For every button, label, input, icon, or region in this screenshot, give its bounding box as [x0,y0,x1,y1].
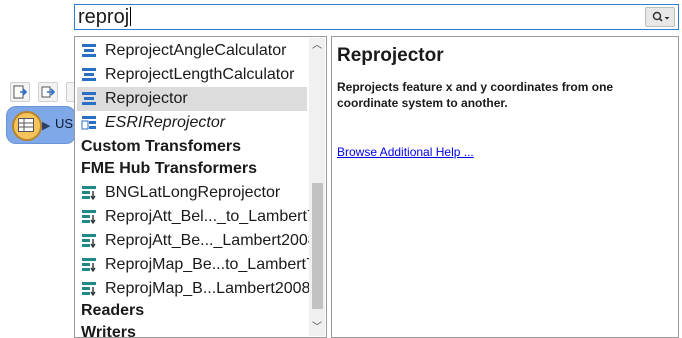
browse-help-link[interactable]: Browse Additional Help ... [337,145,474,159]
canvas-toolbar [10,82,76,104]
node-label: US [55,116,74,131]
transformer-icon [82,44,96,57]
transformer-icon [82,92,96,105]
list-item[interactable]: BNGLatLongReprojector [77,181,307,205]
search-bar[interactable]: reproj [74,4,679,30]
list-item[interactable]: ReprojMap_B...Lambert2008 [77,277,310,301]
list-item[interactable]: ReprojMap_Be...to_Lambert72 [77,253,324,277]
help-panel: Reprojector Reprojects feature x and y c… [331,36,679,338]
hub-transformer-icon [82,258,96,273]
scroll-thumb[interactable] [312,183,323,309]
list-item[interactable]: ReprojAtt_Be..._Lambert2008 [77,229,317,253]
help-title: Reprojector [337,45,444,66]
hub-transformer-icon [82,186,96,201]
section-header-hub-transformers: FME Hub Transformers [81,160,258,177]
search-icon [652,11,670,22]
output-port-icon[interactable]: ▶ [42,119,50,132]
section-header-writers: Writers [81,324,136,338]
list-item-selected[interactable]: Reprojector [77,87,307,111]
step-icon[interactable] [38,82,58,102]
search-input[interactable]: reproj [78,6,132,28]
transformer-icon [82,68,96,81]
help-description: Reprojects feature x and y coordinates f… [337,80,614,110]
list-item[interactable]: ESRIReprojector [77,111,307,135]
section-header-readers: Readers [81,302,145,319]
search-results-list[interactable]: ReprojectAngleCalculator ReprojectLength… [74,36,327,338]
scroll-up-icon[interactable]: ︿ [309,38,325,54]
list-item[interactable]: ReprojectLengthCalculator [77,63,307,87]
scroll-down-icon[interactable]: ﹀ [309,320,325,336]
list-scrollbar[interactable]: ︿ ﹀ [309,38,325,336]
section-header-custom-transformers: Custom Transfomers [81,138,242,155]
text-cursor [130,7,132,26]
search-options-button[interactable] [645,7,675,27]
table-icon [12,111,42,141]
hub-transformer-icon [82,234,96,249]
list-item[interactable]: ReprojectAngleCalculator [77,39,307,63]
list-item[interactable]: ReprojAtt_Bel..._to_Lambert72 [77,205,325,229]
hub-transformer-icon [82,210,96,225]
run-icon[interactable] [10,82,30,102]
custom-transformer-icon [81,116,96,130]
hub-transformer-icon [82,282,96,297]
canvas-reader-node[interactable]: ▶ US [6,106,76,144]
